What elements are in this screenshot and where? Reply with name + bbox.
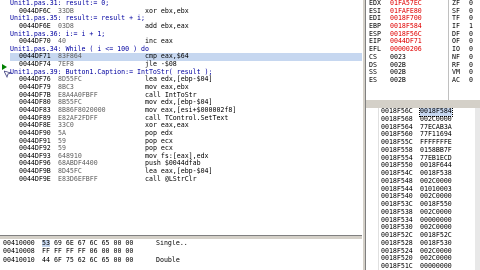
register-row[interactable]: EDX 01FA57EC ZF 0 (366, 0, 480, 8)
dump-ascii: Double (156, 255, 180, 264)
instruction-address: 0044DF9E (19, 174, 51, 183)
register-name: ES (369, 75, 377, 84)
instruction-mnemonic: xor ebx,ebx (145, 6, 189, 15)
instruction-mnemonic: inc eax (145, 37, 173, 46)
stack-row[interactable]: 0018F51C 00000000 (366, 262, 480, 270)
dump-remaining-bytes: 69 6E 67 6C 65 00 00 (53, 240, 134, 247)
register-row[interactable]: EFL 00000206 IO 0 (366, 46, 480, 54)
register-row[interactable]: CS 0023 NF 0 (366, 53, 480, 62)
flag-value[interactable]: 0 (469, 76, 473, 85)
dump-remaining-bytes: 6F 75 62 6C 65 00 00 (53, 255, 134, 264)
stack-scrollbar[interactable] (475, 108, 480, 270)
memory-dump-lines: 00410000 53 69 6E 67 6C 65 00 00 Single.. 0… (0, 240, 362, 265)
registers-pane[interactable]: EDX 01FA57EC ZF 0 ESI 01FAFE80 SF 0 EDI 0018F700 T… (366, 0, 480, 101)
stack-pane[interactable]: 0018F56C 0018F584 0018F568 002C0000 0018F564… (366, 108, 480, 270)
register-list: EDX 01FA57EC ZF 0 ESI 01FAFE80 SF 0 EDI 0018F700 T… (366, 0, 480, 85)
flag-name: AC (452, 75, 460, 84)
dump-address: 00410010 (3, 255, 35, 264)
register-row[interactable]: DS 002B RF 0 (366, 61, 480, 70)
register-row[interactable]: SS 002B VM 0 (366, 69, 480, 77)
instruction-line[interactable]: 0044DF9E E83D6EFBFF call @LStrClr (10, 174, 362, 184)
dump-remaining-bytes: FF FF FF 06 00 00 00 (53, 247, 134, 256)
register-row[interactable]: EBP 0018F584 IF 1 (366, 22, 480, 31)
dump-bytes: 44 6F 75 62 6C 65 00 00 (42, 255, 134, 265)
disassembly-pane[interactable]: Unit1.pas.31: result:= 0; 0044DF6C 33DB xor… (0, 0, 363, 235)
register-row[interactable]: ESP 0018F56C DF 0 (366, 30, 480, 39)
memory-dump-pane[interactable]: 00410000 53 69 6E 67 6C 65 00 00 Single.. 0… (0, 240, 362, 270)
register-value[interactable]: 002B (390, 76, 406, 85)
stack-list: 0018F56C 0018F584 0018F568 002C0000 0018F564… (366, 108, 480, 270)
dump-ascii: Single.. (156, 240, 188, 247)
dump-first-byte: 44 (42, 255, 50, 264)
dump-first-byte: FF (42, 247, 50, 256)
register-row[interactable]: EDI 0018F700 TF 0 (366, 15, 480, 23)
instruction-opcode: E83D6EFBFF (58, 174, 98, 183)
register-row[interactable]: ESI 01FAFE80 SF 0 (366, 7, 480, 16)
disassembly-gutter[interactable] (0, 0, 10, 235)
register-row[interactable]: ES 002B AC 0 (366, 75, 480, 85)
instruction-mnemonic: call @LStrClr (145, 174, 197, 183)
register-row[interactable]: EIP 0044DF71 OF 0 (366, 38, 480, 46)
dump-first-byte: 53 (42, 240, 50, 247)
stack-value: 00000000 (420, 262, 452, 270)
disassembly-lines: Unit1.pas.31: result:= 0; 0044DF6C 33DB xor… (10, 0, 362, 183)
debugger-cpu-window: Unit1.pas.31: result:= 0; 0044DF6C 33DB xor… (0, 0, 480, 270)
dump-address: 00410008 (3, 247, 35, 256)
pane-separator[interactable] (366, 100, 480, 108)
stack-address: 0018F51C (381, 262, 413, 270)
instruction-mnemonic: add ebx,eax (145, 21, 189, 30)
dump-row[interactable]: 00410010 44 6F 75 62 6C 65 00 00 Double (0, 255, 362, 265)
